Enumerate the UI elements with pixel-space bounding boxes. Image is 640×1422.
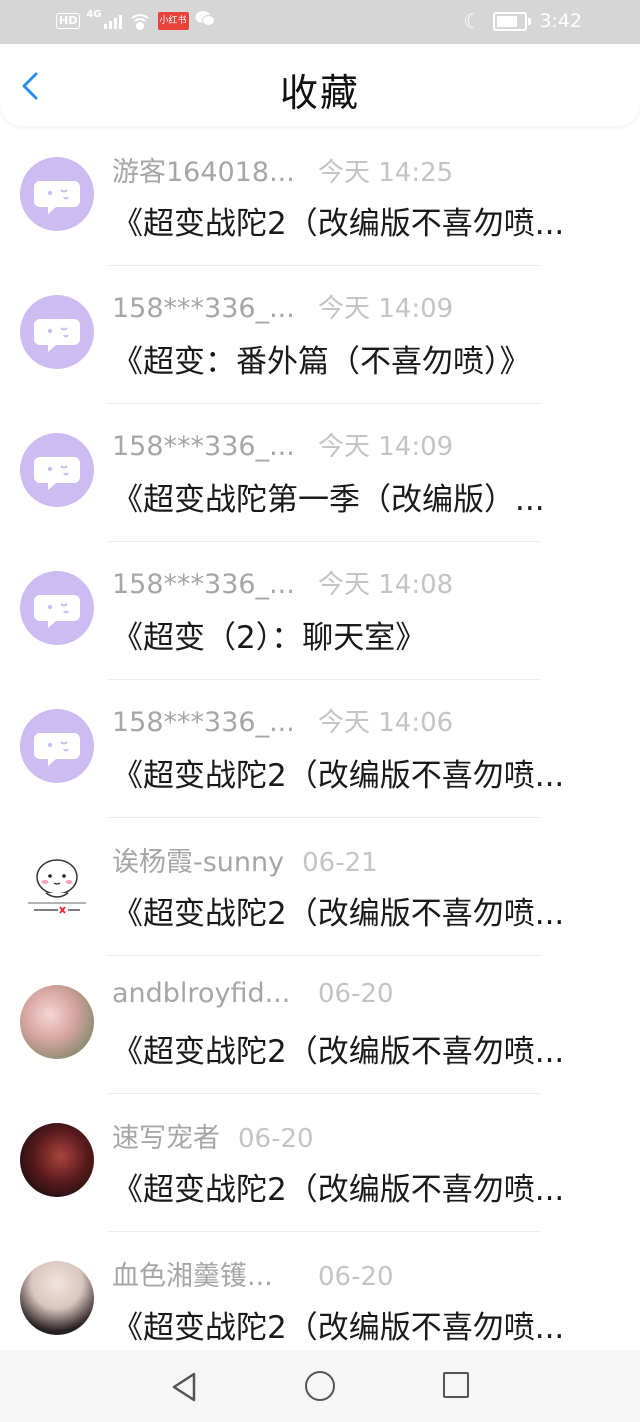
avatar[interactable] — [20, 433, 94, 507]
favorites-list: 游客164018... 今天 14:25 《超变战陀2（改编版不喜勿喷... 1… — [0, 128, 640, 1370]
list-item[interactable]: 158***336_... 今天 14:09 《超变战陀第一季（改编版）... — [0, 404, 640, 542]
username: andblroyfid... — [112, 978, 291, 1009]
story-title: 《超变战陀2（改编版不喜勿喷... — [112, 206, 565, 242]
avatar[interactable] — [20, 571, 94, 645]
signal-icon — [103, 13, 122, 29]
hd-icon: HD — [56, 12, 81, 29]
nav-back-icon[interactable] — [171, 1372, 197, 1402]
system-navigation-bar — [0, 1350, 640, 1422]
status-right: ☾ 3:42 — [463, 9, 582, 33]
wechat-icon — [195, 10, 215, 31]
timestamp: 今天 14:06 — [318, 708, 454, 738]
list-item[interactable]: 158***336_... 今天 14:09 《超变：番外篇（不喜勿喷）》 — [0, 266, 640, 404]
item-meta: 158***336_... 今天 14:08 — [112, 564, 453, 601]
nav-recent-icon[interactable] — [443, 1372, 469, 1398]
item-meta: 诶杨霞-sunny 06-21 — [112, 840, 378, 879]
story-title: 《超变（2）：聊天室》 — [112, 620, 427, 656]
story-title: 《超变战陀2（改编版不喜勿喷... — [112, 1172, 565, 1208]
header: 收藏 — [0, 44, 640, 126]
status-bar: HD 4G 小红书 ☾ 3:42 — [0, 0, 640, 44]
list-item[interactable]: 速写宠者 06-20 《超变战陀2（改编版不喜勿喷... — [0, 1094, 640, 1232]
chat-bubble-icon — [34, 733, 80, 766]
moon-icon: ☾ — [463, 9, 482, 33]
story-title: 《超变：番外篇（不喜勿喷）》 — [112, 344, 531, 380]
timestamp: 06-20 — [238, 1124, 314, 1154]
wifi-icon — [127, 12, 152, 30]
item-meta: 158***336_... 今天 14:06 — [112, 702, 453, 739]
chat-bubble-icon — [34, 457, 80, 490]
timestamp: 06-21 — [302, 848, 378, 878]
item-meta: andblroyfid... 06-20 — [112, 978, 394, 1009]
story-title: 《超变战陀2（改编版不喜勿喷... — [112, 896, 565, 932]
avatar[interactable] — [20, 1123, 94, 1197]
timestamp: 今天 14:25 — [318, 158, 454, 188]
story-title: 《超变战陀2（改编版不喜勿喷... — [112, 1310, 565, 1346]
list-item[interactable]: 诶杨霞-sunny 06-21 《超变战陀2（改编版不喜勿喷... — [0, 818, 640, 956]
timestamp: 06-20 — [318, 979, 394, 1009]
timestamp: 今天 14:08 — [318, 570, 454, 600]
item-meta: 158***336_... 今天 14:09 — [112, 288, 453, 325]
list-item[interactable]: 158***336_... 今天 14:06 《超变战陀2（改编版不喜勿喷... — [0, 680, 640, 818]
story-title: 《超变战陀2（改编版不喜勿喷... — [112, 1034, 565, 1070]
battery-icon — [493, 11, 532, 31]
list-item[interactable]: 游客164018... 今天 14:25 《超变战陀2（改编版不喜勿喷... — [0, 128, 640, 266]
sticker-avatar-icon — [28, 859, 86, 914]
clock: 3:42 — [539, 10, 582, 32]
username: 158***336_... — [112, 431, 295, 462]
story-title: 《超变战陀第一季（改编版）... — [112, 482, 545, 518]
username: 诶杨霞-sunny — [112, 847, 285, 878]
timestamp: 今天 14:09 — [318, 294, 454, 324]
page-title: 收藏 — [279, 71, 360, 115]
username: 158***336_... — [112, 569, 295, 600]
username: 158***336_... — [112, 293, 295, 324]
chat-bubble-icon — [34, 319, 80, 352]
network-type: 4G — [86, 8, 102, 20]
list-item[interactable]: 158***336_... 今天 14:08 《超变（2）：聊天室》 — [0, 542, 640, 680]
timestamp: 今天 14:09 — [318, 432, 454, 462]
item-meta: 血色湘羹镬... 06-20 — [112, 1254, 394, 1293]
username: 速写宠者 — [112, 1123, 220, 1154]
avatar[interactable] — [20, 295, 94, 369]
item-meta: 游客164018... 今天 14:25 — [112, 150, 453, 189]
chat-bubble-icon — [34, 595, 80, 628]
item-meta: 速写宠者 06-20 — [112, 1116, 314, 1155]
list-item[interactable]: andblroyfid... 06-20 《超变战陀2（改编版不喜勿喷... — [0, 956, 640, 1094]
item-meta: 158***336_... 今天 14:09 — [112, 426, 453, 463]
username: 158***336_... — [112, 707, 295, 738]
avatar[interactable] — [20, 1261, 94, 1335]
username: 游客164018... — [112, 157, 295, 188]
avatar[interactable] — [20, 847, 94, 921]
username: 血色湘羹镬... — [112, 1261, 273, 1292]
timestamp: 06-20 — [318, 1262, 394, 1292]
chat-bubble-icon — [34, 181, 80, 214]
app-notification-icon: 小红书 — [157, 11, 189, 30]
nav-home-icon[interactable] — [305, 1371, 335, 1401]
status-left: HD 4G 小红书 — [56, 8, 215, 31]
avatar[interactable] — [20, 709, 94, 783]
avatar[interactable] — [20, 985, 94, 1059]
avatar[interactable] — [20, 157, 94, 231]
story-title: 《超变战陀2（改编版不喜勿喷... — [112, 758, 565, 794]
